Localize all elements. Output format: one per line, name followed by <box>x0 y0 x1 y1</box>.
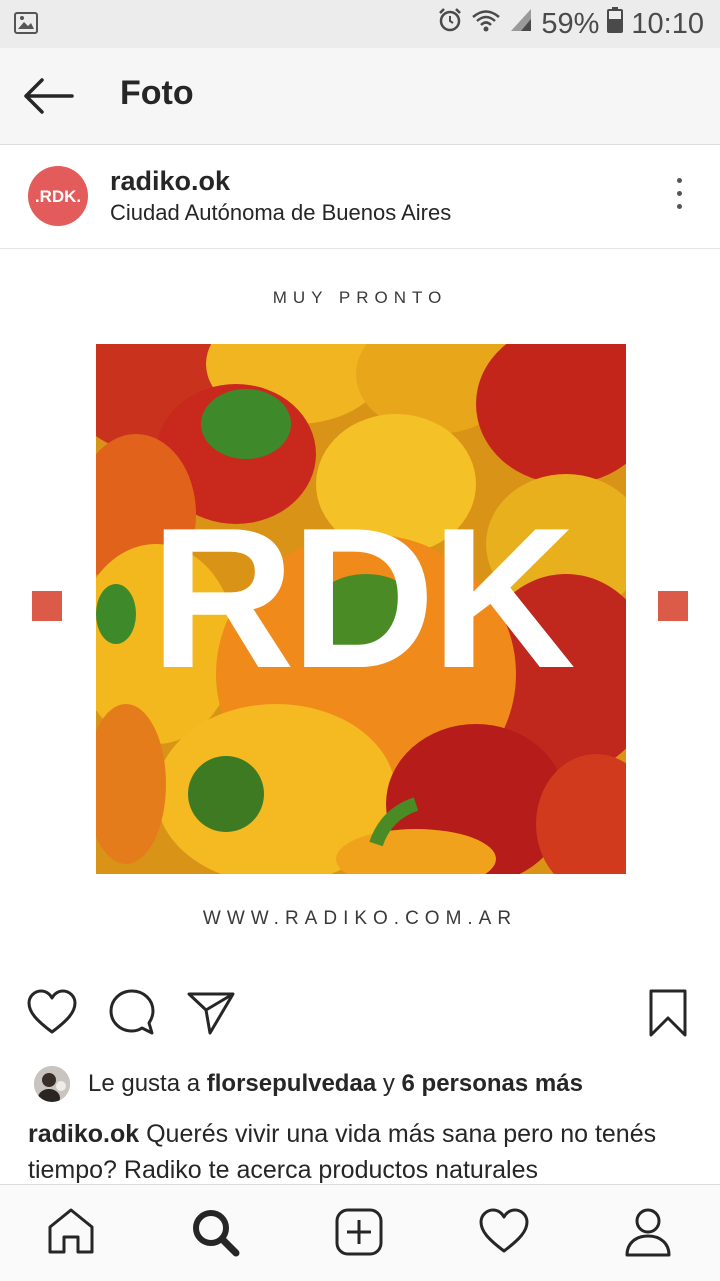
media-top-text: MUY PRONTO <box>272 288 448 307</box>
post-location[interactable]: Ciudad Autónoma de Buenos Aires <box>110 200 451 226</box>
post-image[interactable]: MUY PRONTO RDK WWW.RADIKO.COM.AR <box>0 250 720 970</box>
avatar-logo-text: .RDK. <box>34 186 82 206</box>
likes-summary[interactable]: Le gusta a florsepulvedaa y 6 personas m… <box>34 1066 583 1102</box>
avatar[interactable]: .RDK. <box>28 166 88 226</box>
post-caption: radiko.ok Querés vivir una vida más sana… <box>28 1116 698 1188</box>
battery-icon <box>607 7 624 41</box>
likes-joiner: y <box>382 1070 395 1097</box>
battery-percent: 59% <box>541 7 600 40</box>
wifi-icon <box>471 8 501 41</box>
image-notification-icon <box>14 12 38 39</box>
media-bottom-text: WWW.RADIKO.COM.AR <box>202 908 518 929</box>
profile-icon[interactable] <box>624 1207 672 1262</box>
post-actions <box>0 984 720 1048</box>
activity-heart-icon[interactable] <box>478 1207 530 1260</box>
caption-username[interactable]: radiko.ok <box>28 1120 139 1148</box>
post-header: .RDK. radiko.ok Ciudad Autónoma de Bueno… <box>0 146 720 249</box>
peppers-photo: RDK <box>96 344 626 874</box>
back-arrow-icon[interactable] <box>22 76 74 116</box>
more-options-icon[interactable] <box>674 178 684 218</box>
liker-username[interactable]: florsepulvedaa <box>207 1070 376 1098</box>
status-bar: 59% 10:10 <box>0 0 720 48</box>
clock-time: 10:10 <box>631 7 704 40</box>
likes-others[interactable]: 6 personas más <box>402 1070 583 1098</box>
like-heart-icon[interactable] <box>26 988 78 1041</box>
post-username[interactable]: radiko.ok <box>110 166 230 197</box>
signal-icon <box>509 7 533 41</box>
alarm-icon <box>437 7 463 41</box>
likes-prefix: Le gusta a <box>88 1070 201 1097</box>
share-send-icon[interactable] <box>186 988 236 1041</box>
rdk-logo-text: RDK <box>150 487 575 710</box>
liker-avatar <box>34 1066 70 1102</box>
page-title: Foto <box>120 74 194 112</box>
bottom-navigation <box>0 1184 720 1281</box>
comment-icon[interactable] <box>108 988 156 1041</box>
bookmark-icon[interactable] <box>648 988 688 1043</box>
home-icon[interactable] <box>46 1207 96 1260</box>
add-post-icon[interactable] <box>334 1207 384 1262</box>
decor-square-right <box>658 591 688 621</box>
app-bar: Foto <box>0 48 720 145</box>
decor-square-left <box>32 591 62 621</box>
search-icon[interactable] <box>190 1207 240 1262</box>
